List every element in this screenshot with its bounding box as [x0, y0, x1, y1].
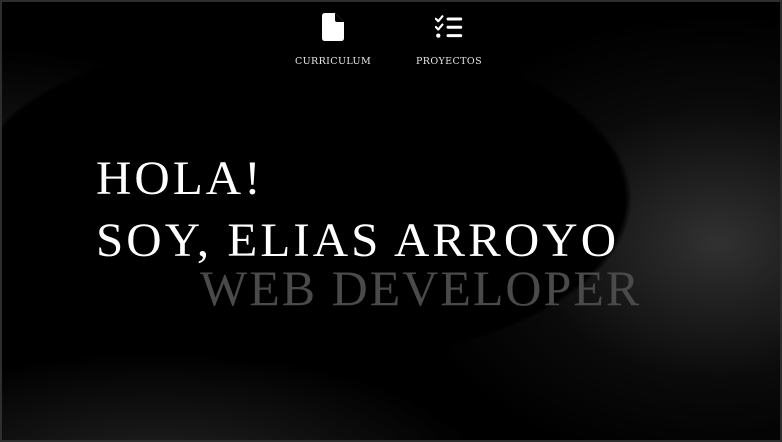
hero-section: HOLA! SOY, ELIAS ARROYO	[96, 148, 716, 272]
top-nav: CURRICULUM PROYECTOS	[2, 12, 780, 72]
nav-label-curriculum: CURRICULUM	[294, 56, 372, 67]
hero-role: WEB DEVELOPER	[200, 260, 642, 316]
page-frame: CURRICULUM PROYECTOS HOLA! SOY, ELIAS AR…	[0, 0, 782, 442]
hero-greeting: HOLA!	[96, 152, 264, 205]
nav-item-curriculum[interactable]: CURRICULUM	[294, 12, 372, 67]
checklist-icon	[435, 12, 463, 42]
nav-label-proyectos: PROYECTOS	[415, 56, 483, 67]
nav-item-proyectos[interactable]: PROYECTOS	[414, 12, 484, 67]
document-icon	[319, 12, 347, 42]
